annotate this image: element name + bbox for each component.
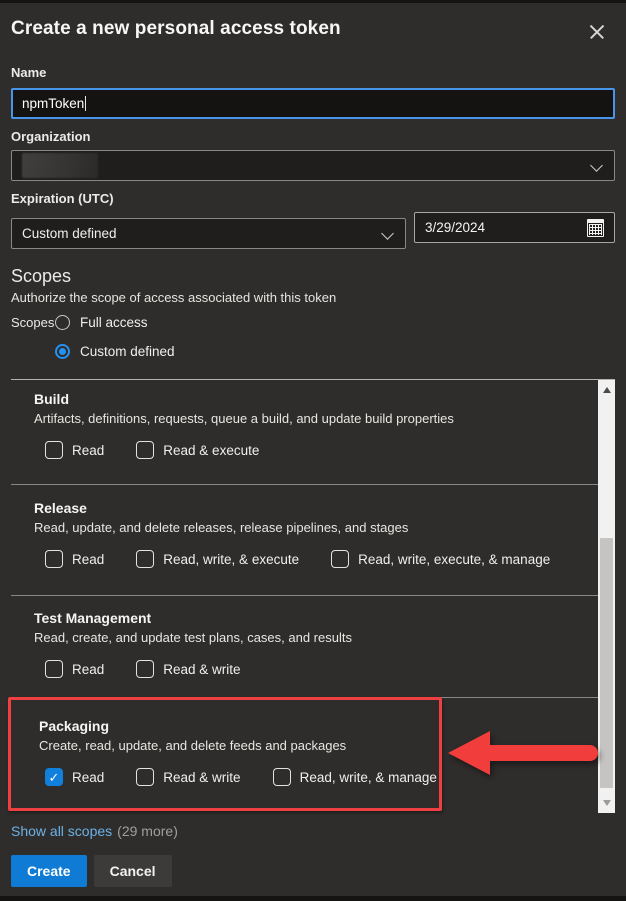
scope-section: Build Artifacts, definitions, requests, …: [11, 380, 598, 484]
permission-label: Read, write, execute, & manage: [358, 552, 550, 567]
checkbox-checked-icon[interactable]: [45, 768, 63, 786]
scrollbar-up-arrow-icon[interactable]: [598, 382, 615, 398]
scope-description: Create, read, update, and delete feeds a…: [39, 737, 590, 755]
permission-label: Read, write, & execute: [163, 552, 299, 567]
calendar-icon: [587, 219, 604, 237]
checkbox-icon[interactable]: [136, 441, 154, 459]
permission-option[interactable]: Read, write, & execute: [136, 550, 299, 568]
scopes-radio-group: Scopes Full access Custom defined: [11, 311, 615, 363]
checkbox-icon[interactable]: [45, 550, 63, 568]
organization-dropdown[interactable]: [11, 150, 615, 181]
radio-full-access[interactable]: Full access: [55, 311, 175, 334]
radio-custom-defined[interactable]: Custom defined: [55, 340, 175, 363]
create-button[interactable]: Create: [11, 855, 87, 887]
permission-label: Read, write, & manage: [300, 770, 437, 785]
name-input[interactable]: npmToken: [11, 88, 615, 119]
permission-label: Read: [72, 770, 104, 785]
permission-option[interactable]: Read & write: [136, 660, 240, 678]
scope-section: Release Read, update, and delete release…: [11, 484, 598, 595]
scrollbar-down-arrow-icon[interactable]: [598, 795, 615, 811]
create-pat-dialog: Create a new personal access token Name …: [0, 3, 626, 896]
scope-list: Build Artifacts, definitions, requests, …: [11, 379, 615, 813]
permission-label: Read: [72, 662, 104, 677]
dialog-content: Name npmToken Organization Expiration (U…: [0, 65, 626, 887]
scopes-subheading: Authorize the scope of access associated…: [11, 290, 615, 305]
permission-option[interactable]: Read: [45, 441, 104, 459]
scrollbar-thumb[interactable]: [600, 538, 613, 788]
permission-option[interactable]: Read: [45, 660, 104, 678]
radio-selected-icon[interactable]: [55, 344, 70, 359]
button-row: Create Cancel: [11, 855, 615, 887]
permission-option[interactable]: Read & write: [136, 768, 240, 786]
text-cursor: [85, 96, 86, 111]
permission-row: Read Read & execute: [45, 441, 590, 459]
permission-option[interactable]: Read: [45, 768, 104, 786]
scopes-radio-caption: Scopes: [11, 311, 55, 363]
permission-row: Read Read & write Read, write, & manage: [45, 768, 590, 786]
dialog-title: Create a new personal access token: [11, 18, 608, 40]
scope-description: Read, update, and delete releases, relea…: [34, 519, 590, 537]
checkbox-icon[interactable]: [45, 441, 63, 459]
scope-section: Packaging Create, read, update, and dele…: [11, 697, 598, 813]
permission-option[interactable]: Read, write, & manage: [273, 768, 437, 786]
permission-label: Read & write: [163, 662, 240, 677]
scope-title: Release: [34, 499, 590, 518]
permission-label: Read & execute: [163, 443, 259, 458]
checkbox-icon[interactable]: [136, 768, 154, 786]
scope-title: Test Management: [34, 609, 590, 628]
radio-label: Full access: [80, 315, 148, 330]
radio-icon[interactable]: [55, 315, 70, 330]
footer-link-row: Show all scopes (29 more): [11, 823, 615, 839]
chevron-down-icon: [590, 159, 603, 172]
scope-sections: Build Artifacts, definitions, requests, …: [11, 380, 598, 813]
expiration-row: Custom defined 3/29/2024: [11, 212, 615, 249]
checkbox-icon[interactable]: [136, 550, 154, 568]
chevron-down-icon: [381, 227, 394, 240]
more-scopes-count: (29 more): [117, 823, 178, 839]
scope-description: Read, create, and update test plans, cas…: [34, 629, 590, 647]
checkbox-icon[interactable]: [45, 660, 63, 678]
permission-row: Read Read, write, & execute Read, write, e…: [45, 550, 590, 568]
scrollbar[interactable]: [598, 380, 615, 813]
organization-label: Organization: [11, 129, 615, 144]
scope-title: Packaging: [39, 717, 590, 736]
permission-option[interactable]: Read & execute: [136, 441, 259, 459]
permission-row: Read Read & write: [45, 660, 590, 678]
radio-label: Custom defined: [80, 344, 175, 359]
checkbox-icon[interactable]: [273, 768, 291, 786]
expiration-date-input[interactable]: 3/29/2024: [414, 212, 615, 243]
expiration-dropdown[interactable]: Custom defined: [11, 218, 406, 249]
scopes-heading: Scopes: [11, 266, 615, 287]
show-all-scopes-link[interactable]: Show all scopes: [11, 823, 112, 839]
name-label: Name: [11, 65, 615, 80]
organization-redacted-value: [22, 153, 98, 178]
checkbox-icon[interactable]: [331, 550, 349, 568]
permission-label: Read: [72, 552, 104, 567]
cancel-button[interactable]: Cancel: [94, 855, 172, 887]
expiration-dropdown-value: Custom defined: [22, 226, 117, 241]
close-icon[interactable]: [584, 19, 610, 45]
permission-option[interactable]: Read: [45, 550, 104, 568]
expiration-date-value: 3/29/2024: [425, 220, 485, 235]
scope-title: Build: [34, 390, 590, 409]
scope-description: Artifacts, definitions, requests, queue …: [34, 410, 590, 428]
permission-option[interactable]: Read, write, execute, & manage: [331, 550, 550, 568]
name-input-value: npmToken: [22, 96, 84, 111]
permission-label: Read: [72, 443, 104, 458]
dialog-header: Create a new personal access token: [0, 3, 626, 40]
permission-label: Read & write: [163, 770, 240, 785]
scope-section: Test Management Read, create, and update…: [11, 595, 598, 697]
checkbox-icon[interactable]: [136, 660, 154, 678]
expiration-label: Expiration (UTC): [11, 191, 615, 206]
